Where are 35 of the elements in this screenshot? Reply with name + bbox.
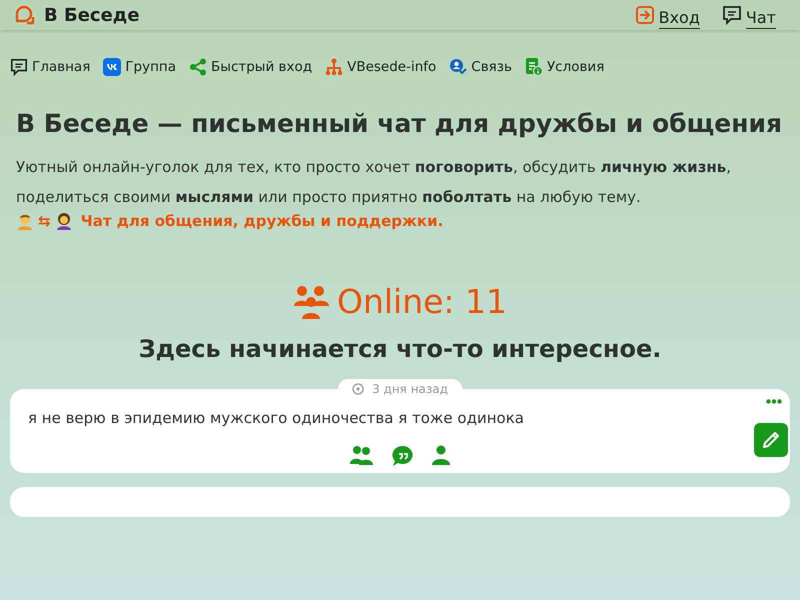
nav-link[interactable]: Условия	[524, 58, 604, 76]
nav-link[interactable]: Связь	[449, 58, 512, 76]
nav-link[interactable]: Быстрый вход	[189, 58, 312, 76]
document-icon	[524, 58, 543, 76]
site-title: В Беседе	[44, 4, 140, 26]
tagline: Чат для общения, дружбы и поддержки.	[80, 212, 444, 230]
header-link[interactable]: Чат	[722, 2, 776, 28]
more-icon[interactable]	[766, 399, 782, 404]
header-link[interactable]: Вход	[634, 2, 700, 28]
pencil-icon	[761, 430, 781, 450]
chat-icon	[722, 5, 742, 25]
intro-paragraph: Уютный онлайн-уголок для тех, кто просто хочет поговорить, обсудить личную жизнь, поделиться своими мыслями или просто приятно поболтать на любую тему.	[16, 157, 732, 208]
vk-icon	[103, 58, 122, 76]
nav-link[interactable]: Группа	[103, 58, 176, 76]
nav-link[interactable]: Главная	[10, 58, 90, 76]
chat-bubbles-icon	[14, 4, 36, 26]
online-count: Online: 11	[336, 282, 508, 321]
share-icon	[189, 58, 208, 76]
users-icon[interactable]	[350, 445, 374, 465]
page-heading: В Беседе — письменный чат для дружбы и общения	[16, 108, 784, 140]
hierarchy-icon	[325, 58, 344, 76]
search-person-icon	[449, 58, 468, 76]
clock-icon	[352, 383, 364, 395]
person-icon[interactable]	[432, 445, 450, 465]
woman-icon	[54, 212, 73, 230]
users-icon	[292, 284, 331, 320]
swap-arrows: ⇆	[38, 212, 51, 230]
person-icon	[16, 212, 34, 230]
login-icon	[634, 5, 655, 25]
nav-link[interactable]: VBesede-info	[325, 58, 436, 76]
message-text: я не верю в эпидемию мужского одиночества я тоже одинока	[28, 409, 524, 427]
chat-icon	[10, 58, 28, 76]
quote-bubble-icon[interactable]	[392, 445, 414, 467]
section-heading: Здесь начинается что-то интересное.	[138, 335, 662, 363]
edit-button[interactable]	[754, 423, 788, 457]
